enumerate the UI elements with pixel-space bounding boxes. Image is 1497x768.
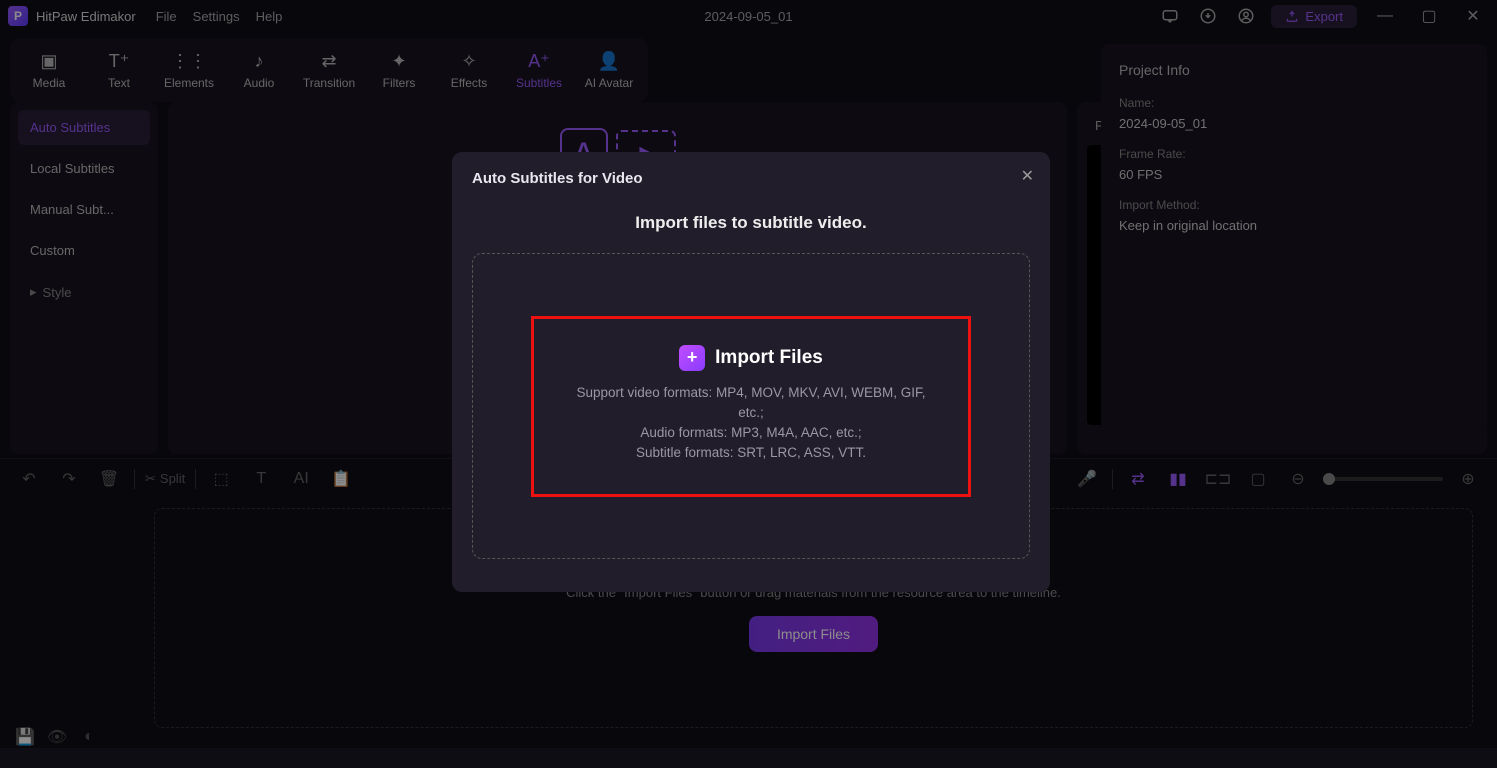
modal-heading: Import files to subtitle video. xyxy=(472,213,1030,233)
auto-subtitles-modal: Auto Subtitles for Video ✕ Import files … xyxy=(452,152,1050,592)
modal-drop-zone[interactable]: + Import Files Support video formats: MP… xyxy=(472,253,1030,559)
import-highlight-box: + Import Files Support video formats: MP… xyxy=(531,316,971,497)
modal-title: Auto Subtitles for Video xyxy=(472,170,1030,187)
plus-icon: + xyxy=(679,345,705,371)
support-line: Support video formats: MP4, MOV, MKV, AV… xyxy=(564,383,938,424)
support-line: Audio formats: MP3, M4A, AAC, etc.; xyxy=(564,423,938,443)
support-text: Support video formats: MP4, MOV, MKV, AV… xyxy=(564,383,938,464)
support-line: Subtitle formats: SRT, LRC, ASS, VTT. xyxy=(564,443,938,463)
modal-close-button[interactable]: ✕ xyxy=(1021,166,1034,186)
import-title-text: Import Files xyxy=(715,347,823,369)
import-files-title[interactable]: + Import Files xyxy=(679,345,823,371)
